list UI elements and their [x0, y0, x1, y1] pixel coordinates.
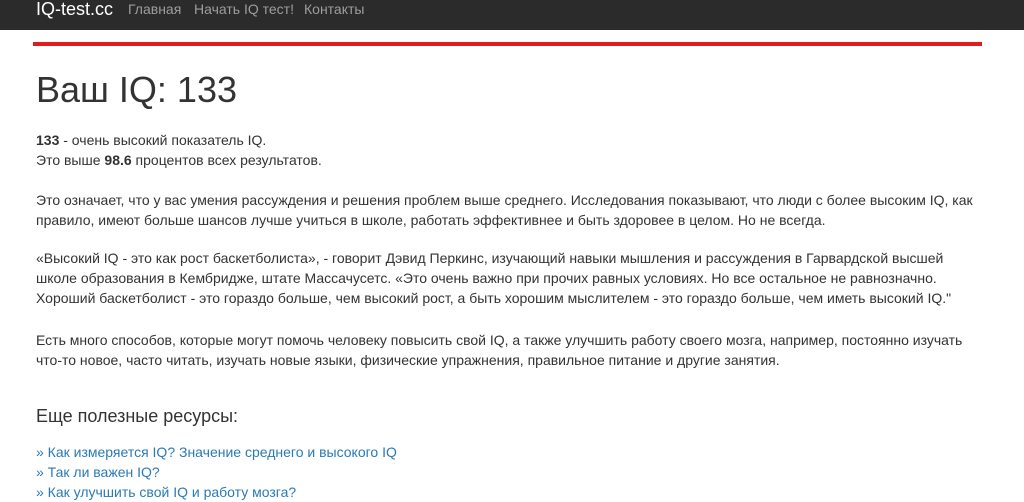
list-item: » Как улучшить свой IQ и работу мозга?: [36, 482, 397, 502]
tips-paragraph: Есть много способов, которые могут помоч…: [36, 332, 963, 368]
score-description: - очень высокий показатель IQ.: [59, 132, 267, 148]
percentile-value: 98.6: [104, 152, 132, 168]
list-item: » Как измеряется IQ? Значение среднего и…: [36, 442, 397, 462]
nav-link-home[interactable]: Главная: [128, 0, 181, 21]
resource-link-iq-importance[interactable]: » Так ли важен IQ?: [36, 464, 160, 480]
page-title: Ваш IQ: 133: [36, 69, 237, 110]
resource-link-improve-iq[interactable]: » Как улучшить свой IQ и работу мозга?: [36, 484, 296, 500]
nav-link-contacts[interactable]: Контакты: [304, 0, 364, 21]
percentile-prefix: Это выше: [36, 152, 105, 168]
score-value: 133: [36, 132, 60, 148]
list-item: » Так ли важен IQ?: [36, 462, 397, 482]
top-navbar: IQ-test.cc Главная Начать IQ тест! Конта…: [0, 0, 1024, 30]
resources-heading: Еще полезные ресурсы:: [36, 406, 239, 426]
explanation-paragraph: Это означает, что у вас умения рассужден…: [36, 192, 973, 228]
nav-link-start-test[interactable]: Начать IQ тест!: [194, 0, 294, 21]
quote-paragraph: «Высокий IQ - это как рост баскетболиста…: [36, 250, 952, 306]
resources-list: » Как измеряется IQ? Значение среднего и…: [36, 442, 397, 502]
accent-divider: [33, 42, 982, 46]
brand-logo-link[interactable]: IQ-test.cc: [36, 0, 113, 21]
score-summary: 133 - очень высокий показатель IQ. Это в…: [36, 130, 981, 170]
percentile-suffix: процентов всех результатов.: [131, 152, 322, 168]
resource-link-measure-iq[interactable]: » Как измеряется IQ? Значение среднего и…: [36, 444, 397, 460]
